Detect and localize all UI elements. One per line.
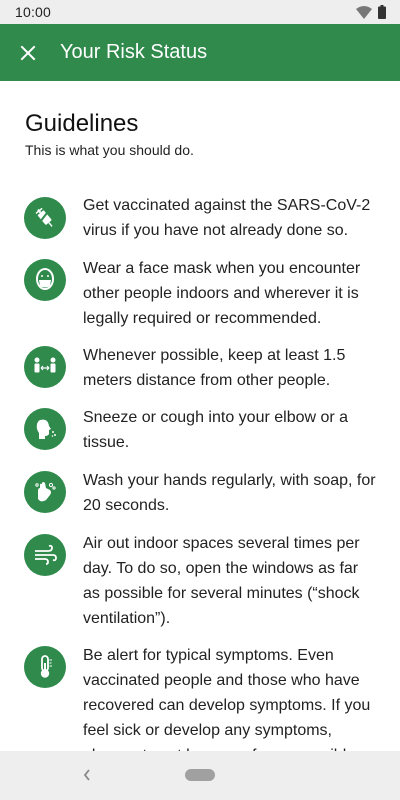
guidelines-heading: Guidelines [25,110,139,137]
status-bar: 10:00 [0,0,400,24]
guideline-text: Whenever possible, keep at least 1.5 met… [83,347,346,389]
back-icon [83,769,90,781]
hand-wash-icon [24,471,66,513]
guideline-text: Wear a face mask when you encounter othe… [83,260,361,327]
wifi-icon [356,5,372,19]
ventilation-icon [24,534,66,576]
guideline-text: Be alert for typical symptoms. Even vacc… [83,647,371,751]
thermometer-icon [24,646,66,688]
face-mask-icon [24,259,66,301]
sneeze-icon [24,408,66,450]
page-title: Your Risk Status [60,41,208,63]
close-icon [20,45,36,60]
guideline-text: Air out indoor spaces several times per … [83,535,360,627]
close-button[interactable] [0,24,56,81]
guideline-text: Wash your hands regularly, with soap, fo… [83,472,376,514]
home-pill-icon[interactable] [185,769,215,781]
guidelines-subheading: This is what you should do. [25,142,194,158]
back-button[interactable] [80,765,94,790]
vaccine-icon [24,197,66,239]
status-icons [356,5,386,19]
guideline-text: Sneeze or cough into your elbow or a tis… [83,409,349,451]
guideline-text: Get vaccinated against the SARS-CoV-2 vi… [83,197,371,239]
status-time: 10:00 [15,4,52,20]
battery-icon [378,5,386,19]
guidelines-content[interactable]: Guidelines This is what you should do. G… [0,81,400,751]
system-nav-bar [0,751,400,800]
app-bar: Your Risk Status [0,24,400,81]
distance-icon [24,346,66,388]
